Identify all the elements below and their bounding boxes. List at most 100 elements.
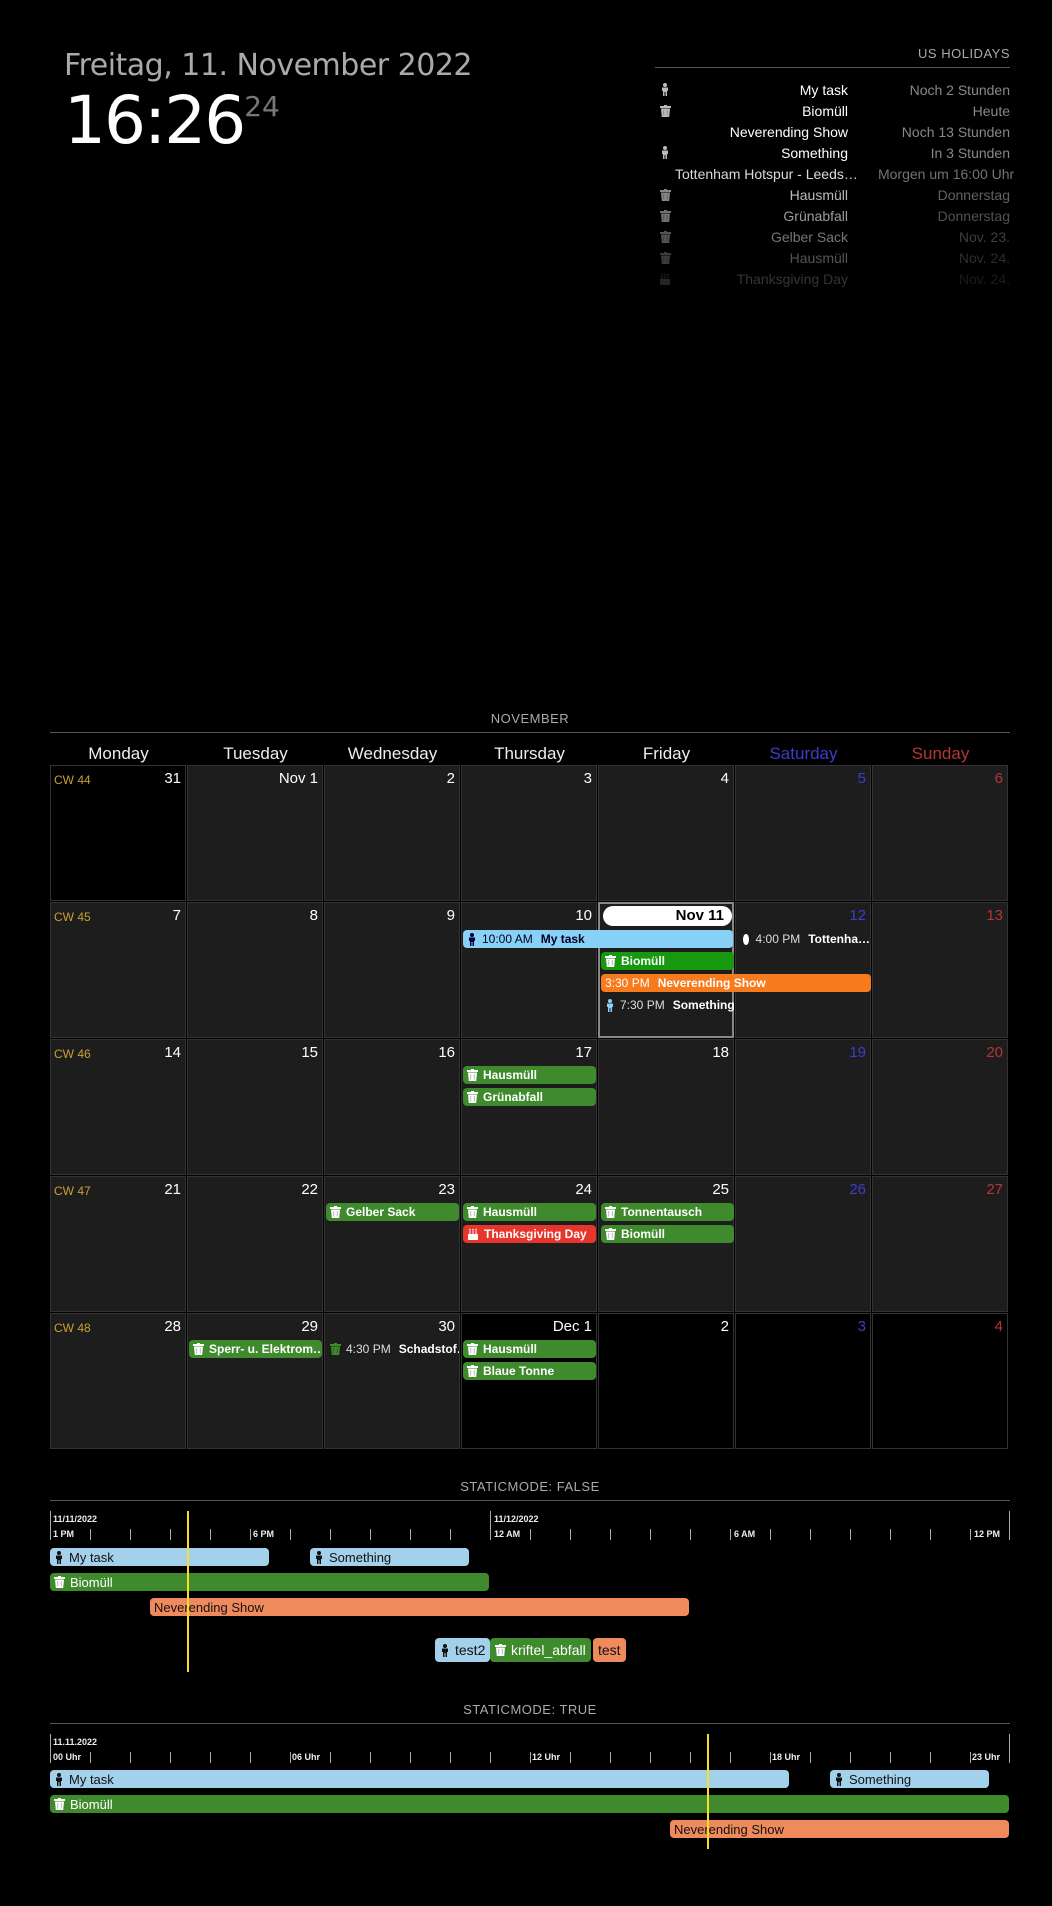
day-cell[interactable]: Nov 1 [187, 765, 323, 901]
event-blaue-tonne-dec1[interactable]: Blaue Tonne [463, 1362, 596, 1380]
day-cell[interactable]: 21 CW 47 [50, 1176, 186, 1312]
day-cell[interactable]: 22 [187, 1176, 323, 1312]
day-cell[interactable]: 4 [872, 1313, 1008, 1449]
calendar-week-label: CW 48 [54, 1321, 91, 1335]
day-cell[interactable]: 16 [324, 1039, 460, 1175]
timeline-bar-my-task[interactable]: My task [50, 1770, 789, 1788]
day-cell[interactable]: 13 [872, 902, 1008, 1038]
event-tonnentausch-25[interactable]: Tonnentausch [601, 1203, 734, 1221]
person-icon [54, 1550, 64, 1564]
day-cell[interactable]: 17 [461, 1039, 597, 1175]
day-cell[interactable]: 19 [735, 1039, 871, 1175]
timeline-bar-neverending-show[interactable]: Neverending Show [150, 1598, 689, 1616]
event-title: Hausmüll [483, 1342, 538, 1356]
day-cell[interactable]: 10 [461, 902, 597, 1038]
trash-icon [605, 955, 616, 967]
timeline-bar-biomuell[interactable]: Biomüll [50, 1795, 1009, 1813]
day-cell[interactable]: 15 [187, 1039, 323, 1175]
day-cell[interactable]: 2 [324, 765, 460, 901]
legend-chip-test[interactable]: test [593, 1638, 626, 1662]
event-my-task[interactable]: 10:00 AM My task [463, 930, 733, 948]
day-cell[interactable]: 29 [187, 1313, 323, 1449]
timeline-tick [650, 1529, 651, 1540]
event-biomuell-11[interactable]: Biomüll [601, 952, 734, 970]
day-cell[interactable]: 23 [324, 1176, 460, 1312]
event-something[interactable]: 7:30 PM Something [601, 996, 734, 1014]
timeline-tick [170, 1752, 171, 1763]
day-cell[interactable]: 12 [735, 902, 871, 1038]
calendar-week-label: CW 46 [54, 1047, 91, 1061]
event-hausmuell-17[interactable]: Hausmüll [463, 1066, 596, 1084]
weekday-thursday: Thursday [494, 744, 565, 763]
day-cell[interactable]: 20 [872, 1039, 1008, 1175]
timeline-tick [890, 1529, 891, 1540]
legend-chip-test2[interactable]: test2 [435, 1638, 491, 1662]
holiday-time: Noch 2 Stunden [909, 81, 1010, 98]
day-cell[interactable]: 18 [598, 1039, 734, 1175]
event-hausmuell-dec1[interactable]: Hausmüll [463, 1340, 596, 1358]
day-cell[interactable]: 24 [461, 1176, 597, 1312]
day-cell[interactable]: 6 [872, 765, 1008, 901]
trash-icon [330, 1343, 341, 1355]
day-cell[interactable]: 7 CW 45 [50, 902, 186, 1038]
person-icon [834, 1772, 844, 1786]
day-number: 22 [301, 1181, 318, 1198]
event-gelber-sack-23[interactable]: Gelber Sack [326, 1203, 459, 1221]
timeline-tick [770, 1529, 771, 1540]
day-cell[interactable]: 27 [872, 1176, 1008, 1312]
day-cell[interactable]: 25 [598, 1176, 734, 1312]
timeline-tick [690, 1752, 691, 1763]
timeline-tick [850, 1752, 851, 1763]
event-time: 10:00 AM [482, 932, 533, 946]
event-tottenham[interactable]: 4:00 PM Tottenha… [739, 930, 870, 948]
trash-icon [54, 1576, 65, 1588]
holiday-time: Donnerstag [937, 207, 1010, 224]
event-biomuell-25[interactable]: Biomüll [601, 1225, 734, 1243]
timeline-tick [810, 1529, 811, 1540]
event-sperr-29[interactable]: Sperr- u. Elektrom… [189, 1340, 322, 1358]
timeline-bar-something[interactable]: Something [310, 1548, 469, 1566]
timeline-tick [450, 1529, 451, 1540]
timeline-bar-neverending-show[interactable]: Neverending Show [670, 1820, 1009, 1838]
weekday-wednesday: Wednesday [347, 744, 438, 763]
holiday-row: Thanksgiving Day Nov. 24. [655, 268, 1010, 289]
timeline-tick [570, 1752, 571, 1763]
event-schadstoff-30[interactable]: 4:30 PM Schadstof… [326, 1340, 459, 1358]
event-title: Hausmüll [483, 1205, 538, 1219]
chip-label: kriftel_abfall [511, 1642, 586, 1658]
day-cell[interactable]: 26 [735, 1176, 871, 1312]
timeline-tick [370, 1752, 371, 1763]
person-icon [655, 83, 675, 96]
day-cell[interactable]: 30 [324, 1313, 460, 1449]
timeline-bar-something[interactable]: Something [830, 1770, 989, 1788]
event-hausmuell-24[interactable]: Hausmüll [463, 1203, 596, 1221]
timeline-hour-label: 18 Uhr [772, 1752, 801, 1762]
timeline-bar-biomuell[interactable]: Biomüll [50, 1573, 489, 1591]
day-number: 9 [446, 907, 455, 924]
day-cell[interactable]: 4 [598, 765, 734, 901]
legend-chip-kriftel-abfall[interactable]: kriftel_abfall [490, 1638, 591, 1662]
day-cell[interactable]: Dec 1 [461, 1313, 597, 1449]
day-cell[interactable]: 3 [461, 765, 597, 901]
day-cell[interactable]: 31 CW 44 [50, 765, 186, 901]
day-cell[interactable]: 2 [598, 1313, 734, 1449]
holiday-title: Tottenham Hotspur - Leeds… [675, 165, 858, 182]
day-cell[interactable]: 28 CW 48 [50, 1313, 186, 1449]
event-thanksgiving-24[interactable]: Thanksgiving Day [463, 1225, 596, 1243]
day-cell[interactable]: 8 [187, 902, 323, 1038]
timeline-tick [330, 1529, 331, 1540]
event-time: 4:30 PM [346, 1342, 391, 1356]
holiday-row: Biomüll Heute [655, 100, 1010, 121]
holiday-row: Grünabfall Donnerstag [655, 205, 1010, 226]
day-cell[interactable]: 14 CW 46 [50, 1039, 186, 1175]
timeline-tick [970, 1529, 971, 1540]
day-cell[interactable]: 9 [324, 902, 460, 1038]
day-cell[interactable]: 3 [735, 1313, 871, 1449]
weekday-saturday: Saturday [769, 744, 838, 763]
day-cell[interactable]: 5 [735, 765, 871, 901]
chip-label: test [598, 1642, 621, 1658]
day-number: 2 [446, 770, 455, 787]
event-neverending-show[interactable]: 3:30 PM Neverending Show [601, 974, 871, 992]
timeline-bar-my-task[interactable]: My task [50, 1548, 269, 1566]
event-gruenabfall-17[interactable]: Grünabfall [463, 1088, 596, 1106]
